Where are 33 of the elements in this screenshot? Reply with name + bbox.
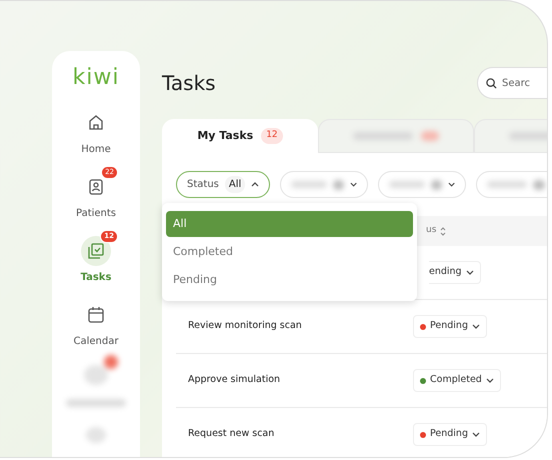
status-dropdown[interactable]: Pending <box>413 315 487 338</box>
dropdown-option[interactable]: Pending <box>166 267 413 293</box>
blurred-tab[interactable] <box>318 119 474 153</box>
status-dropdown[interactable]: Pending <box>413 423 487 446</box>
chevron-up-icon <box>251 182 260 187</box>
status-dropdown[interactable]: Completed <box>413 369 501 392</box>
sidebar-item[interactable]: Home <box>73 101 119 157</box>
status-filter[interactable]: Status All <box>176 171 270 198</box>
chevron-down-icon <box>350 182 358 187</box>
task-name: Request new scan <box>188 428 274 440</box>
calendar-icon <box>86 305 106 325</box>
status-dropdown[interactable]: ending <box>429 261 481 284</box>
chevron-down-icon <box>472 324 480 329</box>
task-name: Review monitoring scan <box>188 320 302 332</box>
page-title: Tasks <box>162 71 216 95</box>
chevron-down-icon <box>466 270 474 275</box>
blurred-filter[interactable] <box>378 171 466 198</box>
dropdown-option[interactable]: All <box>166 211 413 237</box>
dropdown-option[interactable]: Completed <box>166 239 413 265</box>
search-field[interactable]: Searc <box>477 67 547 99</box>
chevron-down-icon <box>486 378 494 383</box>
count-badge: 12 <box>261 128 283 144</box>
task-name: Approve simulation <box>188 374 280 386</box>
blurred-filter[interactable] <box>476 171 547 198</box>
chevron-down-icon <box>448 182 456 187</box>
sidebar-item[interactable]: Calendar <box>66 293 126 349</box>
tab[interactable]: My Tasks 12 <box>162 119 318 153</box>
logo: kiwi <box>72 67 120 89</box>
sort-icon <box>440 226 446 236</box>
blurred-filter[interactable] <box>280 171 368 198</box>
checklist-icon <box>86 241 106 261</box>
column-header: us <box>426 224 436 238</box>
chevron-down-icon <box>472 432 480 437</box>
